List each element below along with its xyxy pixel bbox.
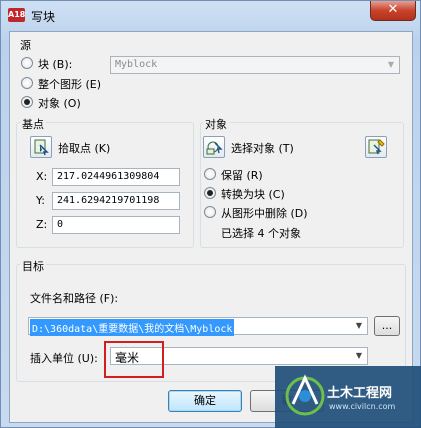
path-value: D:\360data\重要数据\我的文档\Myblock (30, 319, 235, 336)
pick-point-button[interactable] (30, 136, 52, 158)
radio-block-label: 块 (B): (38, 58, 73, 71)
destination-heading: 目标 (20, 258, 46, 274)
y-input[interactable]: 241.6294219701198 (52, 192, 180, 210)
chevron-down-icon: ▼ (355, 351, 363, 360)
x-label: X: (36, 170, 48, 183)
watermark-url: www.civilcn.com (329, 402, 396, 411)
path-label: 文件名和路径 (F): (30, 292, 119, 305)
radio-convert-to-block-label: 转换为块 (C) (221, 188, 285, 201)
source-heading: 源 (20, 39, 31, 52)
path-combo[interactable]: D:\360data\重要数据\我的文档\Myblock ▼ (28, 317, 368, 336)
close-icon: ✕ (387, 2, 399, 17)
browse-button[interactable]: ... (374, 316, 400, 336)
pick-point-icon (34, 139, 49, 156)
base-point-heading: 基点 (20, 116, 46, 132)
x-input[interactable]: 217.0244961309804 (52, 168, 180, 186)
radio-retain-label: 保留 (R) (221, 169, 263, 182)
ok-button[interactable]: 确定 (168, 390, 242, 412)
insert-units-label: 插入单位 (U): (30, 352, 98, 365)
radio-convert-to-block[interactable] (204, 187, 216, 199)
title-bar[interactable]: A18 写块 ✕ (1, 1, 420, 31)
x-value: 217.0244961309804 (57, 171, 160, 182)
select-objects-label: 选择对象 (T) (231, 142, 294, 155)
radio-objects[interactable] (21, 96, 33, 108)
radio-retain[interactable] (204, 168, 216, 180)
watermark-name: 土木工程网 (327, 386, 393, 401)
radio-delete-from-drawing[interactable] (204, 206, 216, 218)
write-block-dialog: A18 写块 ✕ 源 块 (B): Myblock ▼ 整个图形 (E) 对象 … (0, 0, 421, 428)
autocad-app-icon: A18 (8, 8, 25, 22)
chevron-down-icon: ▼ (355, 321, 363, 330)
radio-whole-drawing[interactable] (21, 77, 33, 89)
block-name-combo[interactable]: Myblock ▼ (110, 56, 400, 74)
chevron-down-icon: ▼ (387, 60, 395, 69)
radio-objects-label: 对象 (O) (38, 97, 81, 110)
selected-count-text: 已选择 4 个对象 (221, 227, 301, 240)
window-title: 写块 (31, 10, 56, 24)
block-name-value: Myblock (115, 59, 158, 70)
select-objects-button[interactable] (203, 136, 225, 158)
z-label: Z: (36, 218, 48, 231)
select-objects-icon (206, 141, 223, 155)
objects-heading: 对象 (203, 116, 229, 132)
y-label: Y: (36, 194, 45, 207)
radio-delete-from-drawing-label: 从图形中删除 (D) (221, 207, 308, 220)
z-input[interactable]: 0 (52, 216, 180, 234)
quick-select-button[interactable] (365, 136, 387, 158)
close-button[interactable]: ✕ (370, 1, 416, 21)
dialog-body: 源 块 (B): Myblock ▼ 整个图形 (E) 对象 (O) 基点 拾取… (9, 31, 413, 423)
radio-whole-drawing-label: 整个图形 (E) (38, 78, 102, 91)
red-highlight-box (104, 341, 164, 378)
quick-select-icon (368, 139, 385, 155)
radio-block[interactable] (21, 57, 33, 69)
z-value: 0 (57, 219, 64, 230)
site-watermark: 土木工程网 www.civilcn.com (275, 366, 421, 428)
y-value: 241.6294219701198 (57, 195, 160, 206)
pick-point-label: 拾取点 (K) (58, 142, 111, 155)
